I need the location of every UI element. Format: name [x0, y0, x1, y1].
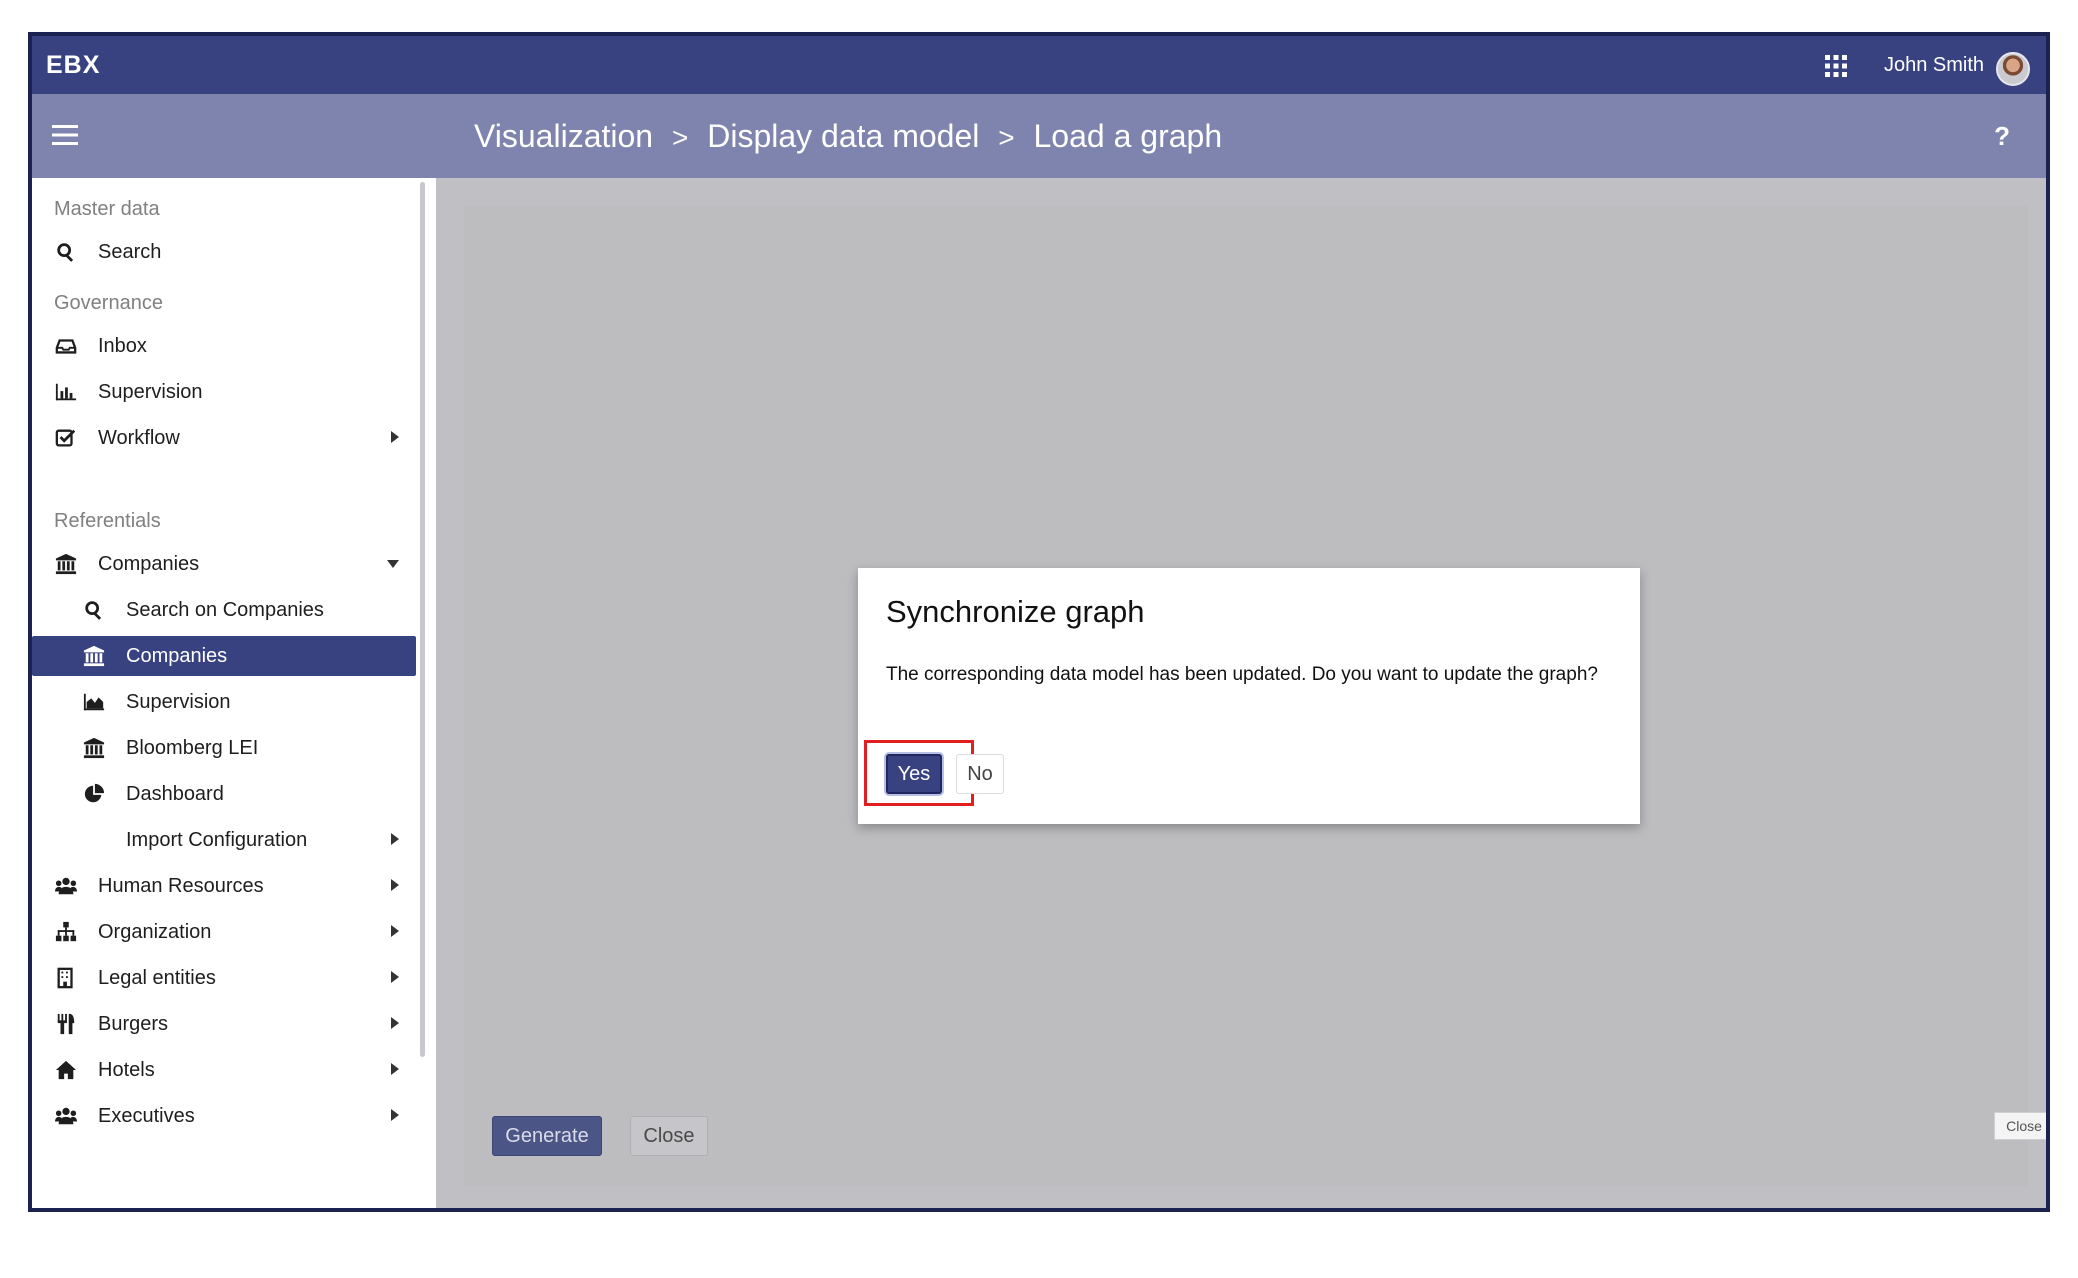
top-bar: EBX John Smith: [32, 36, 2046, 94]
section-referentials: Referentials: [54, 510, 161, 532]
avatar[interactable]: [1996, 52, 2030, 86]
no-button[interactable]: No: [956, 754, 1004, 794]
synchronize-graph-dialog: Synchronize graph The corresponding data…: [858, 568, 1640, 824]
chevron-right-icon: [391, 1109, 399, 1121]
sidebar-item-label: Organization: [98, 920, 212, 943]
generate-button[interactable]: Generate: [492, 1116, 602, 1156]
sidebar-item-bloomberg-lei[interactable]: Bloomberg LEI: [32, 728, 416, 768]
sidebar-item-label: Bloomberg LEI: [126, 736, 259, 759]
sidebar-item-dashboard[interactable]: Dashboard: [32, 774, 416, 814]
sidebar-item-inbox[interactable]: Inbox: [32, 326, 416, 366]
hamburger-menu-icon[interactable]: [52, 124, 78, 146]
sidebar-item-companies-supervision[interactable]: Supervision: [32, 682, 416, 722]
bank-icon: [82, 736, 106, 760]
sitemap-icon: [54, 920, 78, 944]
home-icon: [54, 1058, 78, 1082]
chevron-right-icon: [391, 1017, 399, 1029]
sidebar-item-label: Legal entities: [98, 966, 216, 989]
sidebar-item-human-resources[interactable]: Human Resources: [32, 866, 416, 906]
sidebar-item-label: Burgers: [98, 1012, 169, 1035]
users-icon: [54, 874, 78, 898]
sidebar-item-label: Search on Companies: [126, 598, 324, 621]
close-button[interactable]: Close: [630, 1116, 708, 1156]
dialog-message: The corresponding data model has been up…: [886, 664, 1598, 685]
blank-icon: [82, 828, 106, 852]
chevron-right-icon: [391, 833, 399, 845]
sidebar-item-hotels[interactable]: Hotels: [32, 1050, 416, 1090]
sidebar-item-label: Inbox: [98, 334, 147, 357]
sidebar-item-label: Companies: [98, 552, 200, 575]
pie-chart-icon: [82, 782, 106, 806]
chevron-down-icon: [387, 560, 399, 568]
sidebar-item-label: Import Configuration: [126, 828, 308, 851]
sidebar-item-label: Supervision: [98, 380, 203, 403]
sidebar: Master data Search Governance Inbox Supe…: [32, 178, 436, 1208]
chevron-right-icon: [391, 879, 399, 891]
sidebar-item-label: Search: [98, 240, 162, 263]
chevron-right-icon: [391, 971, 399, 983]
sidebar-item-search-on-companies[interactable]: Search on Companies: [32, 590, 416, 630]
sidebar-item-executives[interactable]: Executives: [32, 1096, 416, 1136]
bank-icon: [82, 644, 106, 668]
breadcrumb-separator: >: [998, 122, 1015, 153]
area-chart-icon: [82, 690, 106, 714]
cutlery-icon: [54, 1012, 78, 1036]
sidebar-item-companies-table[interactable]: Companies: [32, 636, 416, 676]
sidebar-item-burgers[interactable]: Burgers: [32, 1004, 416, 1044]
sidebar-item-label: Hotels: [98, 1058, 155, 1081]
sidebar-item-label: Human Resources: [98, 874, 264, 897]
sidebar-item-supervision[interactable]: Supervision: [32, 372, 416, 412]
inbox-icon: [54, 334, 78, 358]
search-icon: [54, 240, 78, 264]
brand-logo: EBX: [46, 51, 101, 79]
yes-button[interactable]: Yes: [886, 754, 942, 794]
search-icon: [82, 598, 106, 622]
dialog-title: Synchronize graph: [886, 594, 1145, 629]
sidebar-item-search[interactable]: Search: [32, 232, 416, 272]
breadcrumb-separator: >: [671, 122, 689, 153]
users-icon: [54, 1104, 78, 1128]
app-window: EBX John Smith Visualization > Display d…: [28, 32, 2050, 1212]
apps-grid-icon[interactable]: [1824, 54, 1848, 78]
sidebar-item-organization[interactable]: Organization: [32, 912, 416, 952]
sidebar-scrollbar[interactable]: [420, 182, 425, 1057]
sidebar-item-legal-entities[interactable]: Legal entities: [32, 958, 416, 998]
breadcrumb-item-visualization[interactable]: Visualization: [474, 118, 653, 154]
sidebar-item-label: Executives: [98, 1104, 195, 1127]
sidebar-item-label: Workflow: [98, 426, 180, 449]
sidebar-item-workflow[interactable]: Workflow: [32, 418, 416, 458]
chevron-right-icon: [391, 431, 399, 443]
breadcrumb-item-load-a-graph: Load a graph: [1033, 118, 1223, 154]
sidebar-item-label: Dashboard: [126, 782, 224, 805]
help-icon[interactable]: ?: [1994, 94, 2010, 178]
page-header: Visualization > Display data model > Loa…: [32, 94, 2046, 178]
building-icon: [54, 966, 78, 990]
breadcrumb: Visualization > Display data model > Loa…: [474, 94, 1222, 180]
bank-icon: [54, 552, 78, 576]
chevron-right-icon: [391, 925, 399, 937]
section-master-data: Master data: [54, 198, 160, 220]
sidebar-item-import-configuration[interactable]: Import Configuration: [32, 820, 416, 860]
breadcrumb-item-display-data-model[interactable]: Display data model: [707, 118, 979, 154]
user-name[interactable]: John Smith: [1884, 36, 1984, 94]
corner-close-button[interactable]: Close: [1994, 1112, 2046, 1140]
sidebar-item-companies[interactable]: Companies: [32, 544, 416, 584]
bar-chart-icon: [54, 380, 78, 404]
sidebar-item-label: Supervision: [126, 690, 231, 713]
sidebar-item-label: Companies: [126, 644, 228, 667]
section-governance: Governance: [54, 292, 163, 314]
chevron-right-icon: [391, 1063, 399, 1075]
checkbox-checked-icon: [54, 426, 78, 450]
